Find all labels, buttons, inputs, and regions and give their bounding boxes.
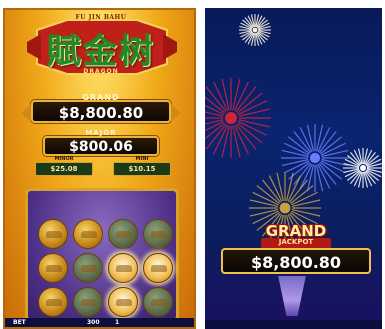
firework-burst	[239, 14, 271, 46]
pick-coin[interactable]	[108, 287, 138, 317]
pick-coin[interactable]	[73, 253, 103, 283]
jackpot-subtitle: JACKPOT	[261, 238, 331, 248]
logo-title: 賦金树	[47, 32, 155, 72]
minor-value: $25.08	[50, 165, 78, 173]
footer-bet: BET	[13, 319, 26, 326]
coin-emblem-icon	[46, 231, 62, 238]
coin-emblem-icon	[116, 299, 132, 306]
pick-bonus-screen: FU JIN BAHU 賦金树 DRAGON GRAND $8,800.80 M…	[3, 8, 196, 329]
pick-coin[interactable]	[143, 287, 173, 317]
coin-emblem-icon	[81, 231, 97, 238]
grand-jackpot-banner: GRAND JACKPOT $8,800.80	[221, 220, 371, 278]
grand-label: GRAND	[82, 93, 120, 102]
major-value: $800.06	[69, 139, 133, 155]
logo-subtitle: DRAGON	[83, 68, 119, 75]
fireworks-screen: GRAND JACKPOT $8,800.80	[205, 8, 382, 329]
left-status-bar: BET 300 1	[5, 318, 194, 327]
mini-label: MINI	[135, 156, 149, 162]
coin-emblem-icon	[46, 265, 62, 272]
major-label: MAJOR	[85, 129, 117, 137]
jackpot-amount-box: $8,800.80	[221, 248, 371, 274]
coin-emblem-icon	[81, 299, 97, 306]
mini-value: $10.15	[128, 165, 156, 173]
coin-emblem-icon	[151, 231, 167, 238]
jackpot-amount: $8,800.80	[250, 253, 342, 272]
pick-coin[interactable]	[38, 253, 68, 283]
pick-coin[interactable]	[143, 253, 173, 283]
mini-jackpot-meter: MINI $10.15	[113, 156, 171, 176]
pick-coin[interactable]	[38, 287, 68, 317]
coin-emblem-icon	[116, 265, 132, 272]
grand-value: $8,800.80	[58, 104, 144, 122]
coin-emblem-icon	[116, 231, 132, 238]
firework-burst	[343, 148, 382, 188]
coin-emblem-icon	[46, 299, 62, 306]
coin-emblem-icon	[81, 265, 97, 272]
major-jackpot-meter: MAJOR $800.06	[43, 129, 159, 156]
footer-denom: 1	[115, 319, 120, 326]
pick-board	[25, 188, 179, 322]
pick-coin[interactable]	[143, 219, 173, 249]
minor-jackpot-meter: MINOR $25.08	[35, 156, 93, 176]
minor-label: MINOR	[54, 156, 74, 162]
right-status-bar	[205, 320, 382, 329]
firework-burst	[205, 78, 271, 158]
footer-credits: 300	[87, 319, 100, 326]
pick-coin[interactable]	[73, 219, 103, 249]
pick-coin[interactable]	[38, 219, 68, 249]
pick-coin[interactable]	[108, 253, 138, 283]
pick-coin[interactable]	[73, 287, 103, 317]
pick-coin[interactable]	[108, 219, 138, 249]
logo-top-text: FU JIN BAHU	[75, 14, 127, 21]
grand-jackpot-meter: GRAND $8,800.80	[21, 93, 181, 123]
coin-emblem-icon	[151, 299, 167, 306]
coin-emblem-icon	[151, 265, 167, 272]
